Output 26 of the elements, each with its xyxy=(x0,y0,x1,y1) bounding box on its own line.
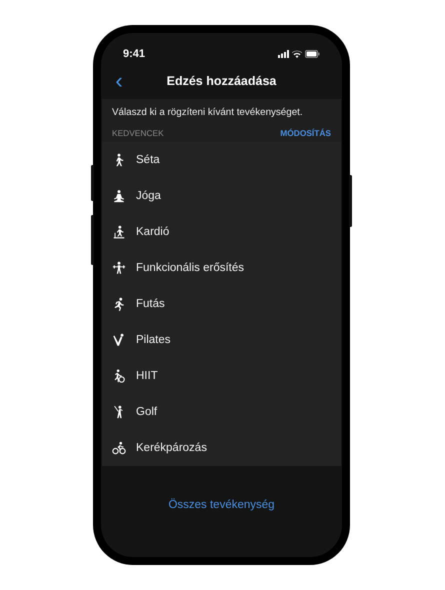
bicycle-icon xyxy=(112,441,126,455)
section-heading: KEDVENCEK xyxy=(112,128,164,138)
all-activities-link[interactable]: Összes tevékenység xyxy=(168,498,275,512)
activity-item[interactable]: Golf xyxy=(136,406,158,418)
instruction-text: Válaszd ki a rögzíteni kívánt tevékenységet. xyxy=(111,106,304,120)
pilates-pose-icon xyxy=(112,333,126,347)
activity-item[interactable]: Kerékpározás xyxy=(136,442,207,454)
activity-item[interactable]: Funkcionális erősítés xyxy=(136,262,244,274)
yoga-pose-icon xyxy=(112,189,126,203)
wifi-icon xyxy=(292,50,302,58)
signal-icon xyxy=(278,50,289,58)
battery-icon xyxy=(305,50,320,58)
activity-item[interactable]: Futás xyxy=(136,298,165,310)
screen-title: Edzés hozzáadása xyxy=(166,74,278,88)
hiit-figure-icon xyxy=(112,369,126,383)
activity-item[interactable]: Jóga xyxy=(136,190,161,202)
status-time: 9:41 xyxy=(123,48,146,60)
activity-item[interactable]: Pilates xyxy=(136,334,171,346)
activity-item[interactable]: Séta xyxy=(136,154,160,166)
treadmill-runner-icon xyxy=(112,225,126,239)
activity-item[interactable]: Kardió xyxy=(136,226,170,238)
weightlifter-icon xyxy=(112,261,126,275)
running-person-icon xyxy=(112,297,126,311)
activity-item[interactable]: HIIT xyxy=(136,370,158,382)
edit-link[interactable]: MÓDOSÍTÁS xyxy=(280,128,331,138)
back-button[interactable]: ‹ xyxy=(107,70,131,92)
